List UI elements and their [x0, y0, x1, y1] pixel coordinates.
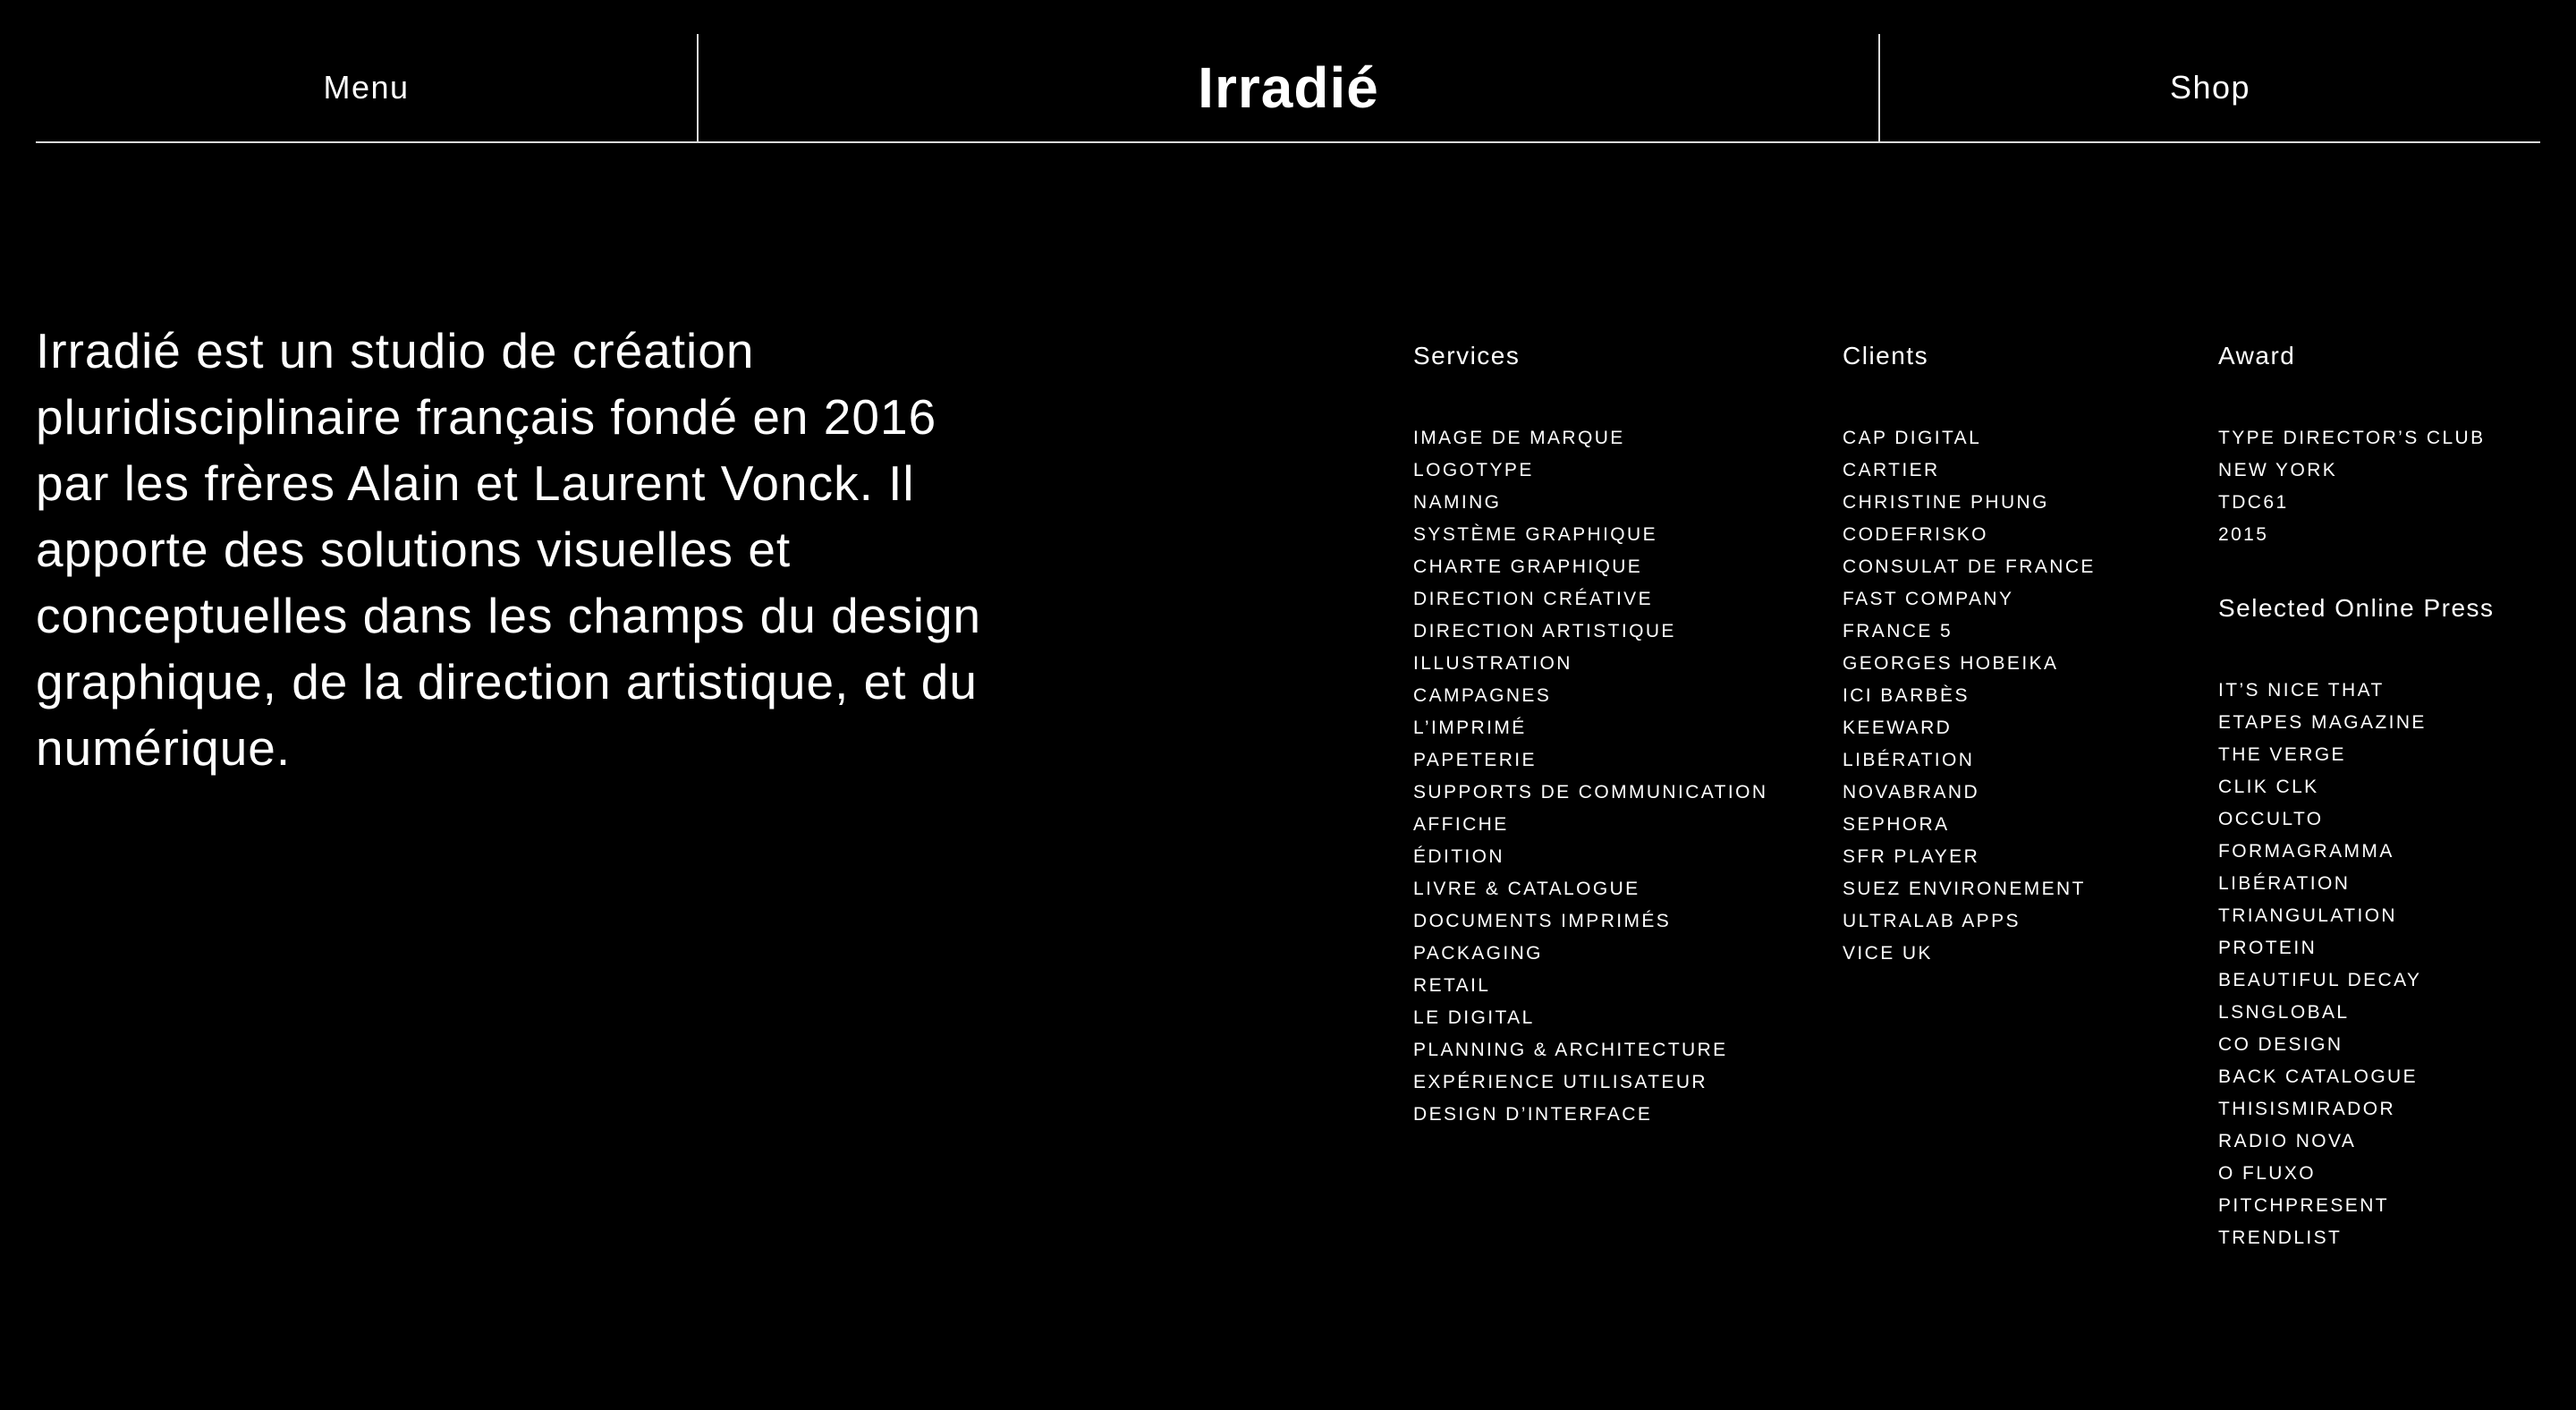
service-item: LIVRE & CATALOGUE [1413, 879, 1640, 899]
client-item: CONSULAT DE FRANCE [1843, 556, 2096, 577]
service-item: DIRECTION CRÉATIVE [1413, 589, 1653, 609]
client-item: LIBÉRATION [1843, 750, 1975, 770]
award-item: 2015 [2218, 524, 2269, 545]
menu-button[interactable]: Menu [323, 69, 409, 106]
client-item: CAP DIGITAL [1843, 428, 1982, 448]
site-header: Menu Irradié Shop [36, 34, 2540, 143]
press-item: OCCULTO [2218, 809, 2324, 829]
service-item: PACKAGING [1413, 943, 1543, 964]
service-item: CAMPAGNES [1413, 685, 1552, 706]
client-item: CODEFRISKO [1843, 524, 1988, 545]
client-item: SUEZ ENVIRONEMENT [1843, 879, 2086, 899]
award-item: NEW YORK [2218, 460, 2338, 480]
client-item: FAST COMPANY [1843, 589, 2014, 609]
press-item: IT’S NICE THAT [2218, 680, 2385, 701]
site-logo[interactable]: Irradié [1198, 55, 1379, 121]
press-item: PITCHPRESENT [2218, 1195, 2389, 1216]
service-item: LE DIGITAL [1413, 1007, 1535, 1028]
award-column: Award TYPE DIRECTOR’S CLUB NEW YORK TDC6… [2218, 340, 2495, 1254]
award-item: TYPE DIRECTOR’S CLUB [2218, 428, 2486, 448]
services-group-print: L’IMPRIMÉ PAPETERIE SUPPORTS DE COMMUNIC… [1413, 712, 1767, 1002]
award-heading: Award [2218, 342, 2296, 369]
press-item: THISISMIRADOR [2218, 1099, 2396, 1119]
service-item: LOGOTYPE [1413, 460, 1534, 480]
services-heading: Services [1413, 342, 1521, 369]
service-item: ÉDITION [1413, 846, 1504, 867]
press-heading: Selected Online Press [2218, 594, 2495, 622]
press-item: ETAPES MAGAZINE [2218, 712, 2427, 733]
press-item: FORMAGRAMMA [2218, 841, 2394, 862]
client-item: NOVABRAND [1843, 782, 1980, 803]
service-item: DESIGN D’INTERFACE [1413, 1104, 1653, 1125]
service-item: AFFICHE [1413, 814, 1509, 835]
service-item: PLANNING & ARCHITECTURE [1413, 1040, 1728, 1060]
press-item: BEAUTIFUL DECAY [2218, 970, 2422, 990]
press-item: RADIO NOVA [2218, 1131, 2357, 1151]
clients-list: CAP DIGITAL CARTIER CHRISTINE PHUNG CODE… [1843, 422, 2096, 970]
press-item: CO DESIGN [2218, 1034, 2343, 1055]
press-item: O FLUXO [2218, 1163, 2316, 1184]
client-item: GEORGES HOBEIKA [1843, 653, 2059, 674]
services-group-digital: LE DIGITAL PLANNING & ARCHITECTURE EXPÉR… [1413, 1002, 1767, 1131]
clients-column: Clients CAP DIGITAL CARTIER CHRISTINE PH… [1843, 340, 2096, 970]
services-group-branding: IMAGE DE MARQUE LOGOTYPE NAMING SYSTÈME … [1413, 422, 1767, 712]
service-item: DOCUMENTS IMPRIMÉS [1413, 911, 1672, 931]
shop-link[interactable]: Shop [2170, 69, 2250, 106]
menu-cell: Menu [36, 34, 699, 141]
service-item: CHARTE GRAPHIQUE [1413, 556, 1643, 577]
press-item: TRIANGULATION [2218, 905, 2397, 926]
client-item: ULTRALAB APPS [1843, 911, 2021, 931]
client-item: SFR PLAYER [1843, 846, 1980, 867]
press-item: LIBÉRATION [2218, 873, 2351, 894]
press-item: TRENDLIST [2218, 1227, 2343, 1248]
client-item: FRANCE 5 [1843, 621, 1953, 641]
logo-cell: Irradié [699, 34, 1880, 141]
service-item: RETAIL [1413, 975, 1491, 996]
award-list: TYPE DIRECTOR’S CLUB NEW YORK TDC61 2015 [2218, 422, 2495, 551]
award-item: TDC61 [2218, 492, 2289, 513]
clients-heading: Clients [1843, 342, 1929, 369]
press-list: IT’S NICE THAT ETAPES MAGAZINE THE VERGE… [2218, 675, 2495, 1254]
press-item: LSNGLOBAL [2218, 1002, 2350, 1023]
client-item: CARTIER [1843, 460, 1940, 480]
client-item: ICI BARBÈS [1843, 685, 1970, 706]
service-item: NAMING [1413, 492, 1502, 513]
client-item: KEEWARD [1843, 718, 1953, 738]
service-item: IMAGE DE MARQUE [1413, 428, 1625, 448]
service-item: SUPPORTS DE COMMUNICATION [1413, 782, 1768, 803]
service-item: ILLUSTRATION [1413, 653, 1572, 674]
press-item: PROTEIN [2218, 938, 2318, 958]
press-item: THE VERGE [2218, 744, 2346, 765]
studio-intro: Irradié est un studio de création plurid… [36, 323, 982, 776]
services-column: Services IMAGE DE MARQUE LOGOTYPE NAMING… [1413, 340, 1767, 1131]
service-item: PAPETERIE [1413, 750, 1537, 770]
service-item: L’IMPRIMÉ [1413, 718, 1527, 738]
client-item: SEPHORA [1843, 814, 1950, 835]
service-item: EXPÉRIENCE UTILISATEUR [1413, 1072, 1707, 1092]
client-item: VICE UK [1843, 943, 1933, 964]
press-item: BACK CATALOGUE [2218, 1066, 2419, 1087]
shop-cell: Shop [1880, 34, 2540, 141]
service-item: SYSTÈME GRAPHIQUE [1413, 524, 1658, 545]
service-item: DIRECTION ARTISTIQUE [1413, 621, 1676, 641]
client-item: CHRISTINE PHUNG [1843, 492, 2049, 513]
press-item: CLIK CLK [2218, 777, 2319, 797]
